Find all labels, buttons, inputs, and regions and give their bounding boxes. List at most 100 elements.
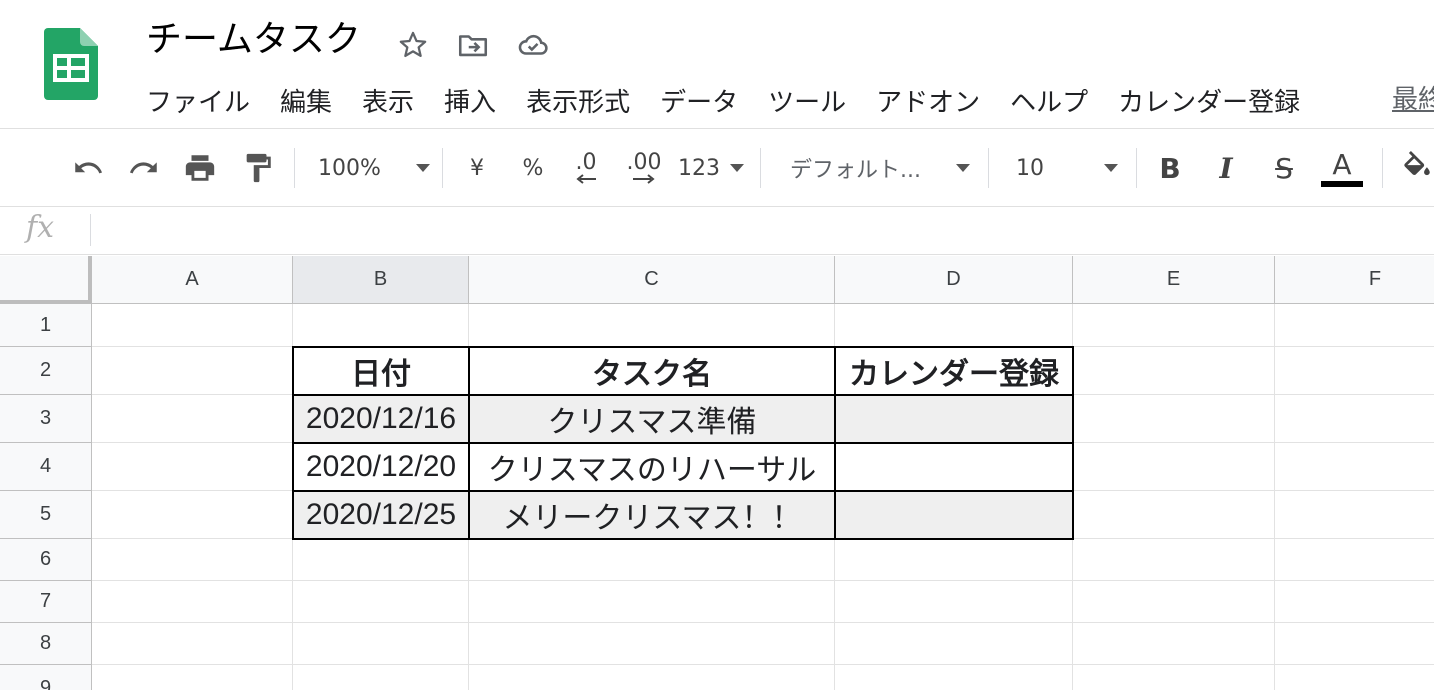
- currency-label: ¥: [470, 155, 484, 181]
- table-cell-calendar[interactable]: [835, 491, 1073, 539]
- table-cell-date[interactable]: 2020/12/20: [293, 443, 469, 491]
- strikethrough-icon: S: [1275, 151, 1293, 185]
- header-divider: [0, 128, 1434, 129]
- strikethrough-button[interactable]: S: [1264, 146, 1304, 190]
- chevron-down-icon: [730, 164, 744, 172]
- print-icon[interactable]: [180, 146, 220, 190]
- formula-bar-separator: [90, 214, 91, 246]
- table-cell-date[interactable]: 2020/12/25: [293, 491, 469, 539]
- table-cell-task[interactable]: クリスマスのリハーサル: [469, 443, 835, 491]
- toolbar-separator: [988, 148, 989, 188]
- menu-view[interactable]: 表示: [362, 82, 414, 119]
- gridline: [1274, 304, 1275, 690]
- text-color-button[interactable]: A: [1320, 146, 1364, 190]
- more-formats-label: 123: [678, 155, 720, 181]
- star-icon[interactable]: [396, 28, 430, 62]
- column-header-e[interactable]: E: [1073, 256, 1275, 304]
- italic-button[interactable]: I: [1208, 146, 1244, 190]
- chevron-down-icon: [1104, 164, 1118, 172]
- menu-data[interactable]: データ: [660, 82, 738, 119]
- chevron-down-icon: [956, 164, 970, 172]
- text-color-swatch: [1321, 181, 1363, 187]
- menu-file[interactable]: ファイル: [146, 82, 250, 119]
- menu-bar: ファイル 編集 表示 挿入 表示形式 データ ツール アドオン ヘルプ カレンダ…: [146, 80, 1330, 120]
- row-header-1[interactable]: 1: [0, 304, 92, 347]
- decrease-decimal-button[interactable]: .0: [568, 146, 604, 190]
- menu-addons[interactable]: アドオン: [876, 82, 980, 119]
- spreadsheet-grid: A B C D E F 1 2 3 4 5 6 7 8 9 日付 タスク名 カレ…: [0, 256, 1434, 690]
- table-header-task-name[interactable]: タスク名: [469, 347, 835, 395]
- row-header-6[interactable]: 6: [0, 539, 92, 581]
- row-header-2[interactable]: 2: [0, 347, 92, 395]
- table-border: [292, 346, 1074, 348]
- table-cell-task[interactable]: メリークリスマス！！: [469, 491, 835, 539]
- chevron-down-icon: [416, 164, 430, 172]
- bold-icon: B: [1159, 151, 1181, 185]
- menu-edit[interactable]: 編集: [280, 82, 332, 119]
- select-all-corner[interactable]: [0, 256, 92, 304]
- toolbar-separator: [760, 148, 761, 188]
- font-size-select[interactable]: 10: [1016, 146, 1118, 190]
- table-border: [292, 538, 1074, 540]
- toolbar-separator: [294, 148, 295, 188]
- more-formats-button[interactable]: 123: [678, 146, 744, 190]
- toolbar: 100% ¥ % .0 .00 123 デフォルト... 10 B I S A: [0, 138, 1434, 198]
- undo-icon[interactable]: [68, 146, 108, 190]
- percent-format-button[interactable]: %: [518, 146, 548, 190]
- currency-format-button[interactable]: ¥: [462, 146, 492, 190]
- text-color-icon: A: [1332, 148, 1352, 181]
- last-edit-link[interactable]: 最終: [1392, 80, 1434, 120]
- menu-insert[interactable]: 挿入: [444, 82, 496, 119]
- table-border: [292, 394, 1074, 396]
- formula-input[interactable]: [100, 210, 1420, 250]
- font-select[interactable]: デフォルト...: [790, 146, 970, 190]
- toolbar-divider: [0, 206, 1434, 207]
- paint-format-icon[interactable]: [238, 146, 278, 190]
- column-header-d[interactable]: D: [835, 256, 1073, 304]
- gridline: [92, 664, 1434, 665]
- gridline: [92, 622, 1434, 623]
- table-header-calendar[interactable]: カレンダー登録: [835, 347, 1073, 395]
- table-cell-calendar[interactable]: [835, 443, 1073, 491]
- row-header-4[interactable]: 4: [0, 443, 92, 491]
- table-header-date[interactable]: 日付: [293, 347, 469, 395]
- toolbar-separator: [1136, 148, 1137, 188]
- fx-icon: fx: [26, 210, 55, 245]
- increase-decimal-label: .00: [626, 150, 662, 175]
- arrow-right-icon: [633, 174, 655, 184]
- menu-tools[interactable]: ツール: [768, 82, 846, 119]
- document-title[interactable]: チームタスク: [146, 18, 361, 62]
- column-header-f[interactable]: F: [1275, 256, 1434, 304]
- row-header-3[interactable]: 3: [0, 395, 92, 443]
- increase-decimal-button[interactable]: .00: [622, 146, 666, 190]
- column-header-c[interactable]: C: [469, 256, 835, 304]
- table-cell-calendar[interactable]: [835, 395, 1073, 443]
- row-header-7[interactable]: 7: [0, 581, 92, 623]
- menu-format[interactable]: 表示形式: [526, 82, 630, 119]
- move-to-folder-icon[interactable]: [456, 28, 490, 62]
- bold-button[interactable]: B: [1152, 146, 1188, 190]
- row-header-9[interactable]: 9: [0, 665, 92, 690]
- row-header-8[interactable]: 8: [0, 623, 92, 665]
- arrow-left-icon: [576, 174, 596, 184]
- column-header-a[interactable]: A: [92, 256, 293, 304]
- fill-color-icon[interactable]: [1400, 146, 1434, 190]
- cloud-status-icon[interactable]: [516, 28, 550, 62]
- decrease-decimal-label: .0: [575, 150, 597, 175]
- redo-icon[interactable]: [124, 146, 164, 190]
- menu-help[interactable]: ヘルプ: [1010, 82, 1088, 119]
- table-border: [292, 442, 1074, 444]
- table-border: [292, 490, 1074, 492]
- sheets-logo-icon[interactable]: [44, 28, 98, 100]
- table-cell-date[interactable]: 2020/12/16: [293, 395, 469, 443]
- italic-icon: I: [1219, 151, 1233, 185]
- row-header-5[interactable]: 5: [0, 491, 92, 539]
- menu-calendar-register[interactable]: カレンダー登録: [1118, 82, 1300, 119]
- font-value: デフォルト...: [790, 158, 921, 183]
- table-cell-task[interactable]: クリスマス準備: [469, 395, 835, 443]
- column-header-b[interactable]: B: [293, 256, 469, 304]
- gridline: [92, 580, 1434, 581]
- zoom-value: 100%: [318, 155, 381, 181]
- toolbar-separator: [442, 148, 443, 188]
- zoom-select[interactable]: 100%: [318, 146, 430, 190]
